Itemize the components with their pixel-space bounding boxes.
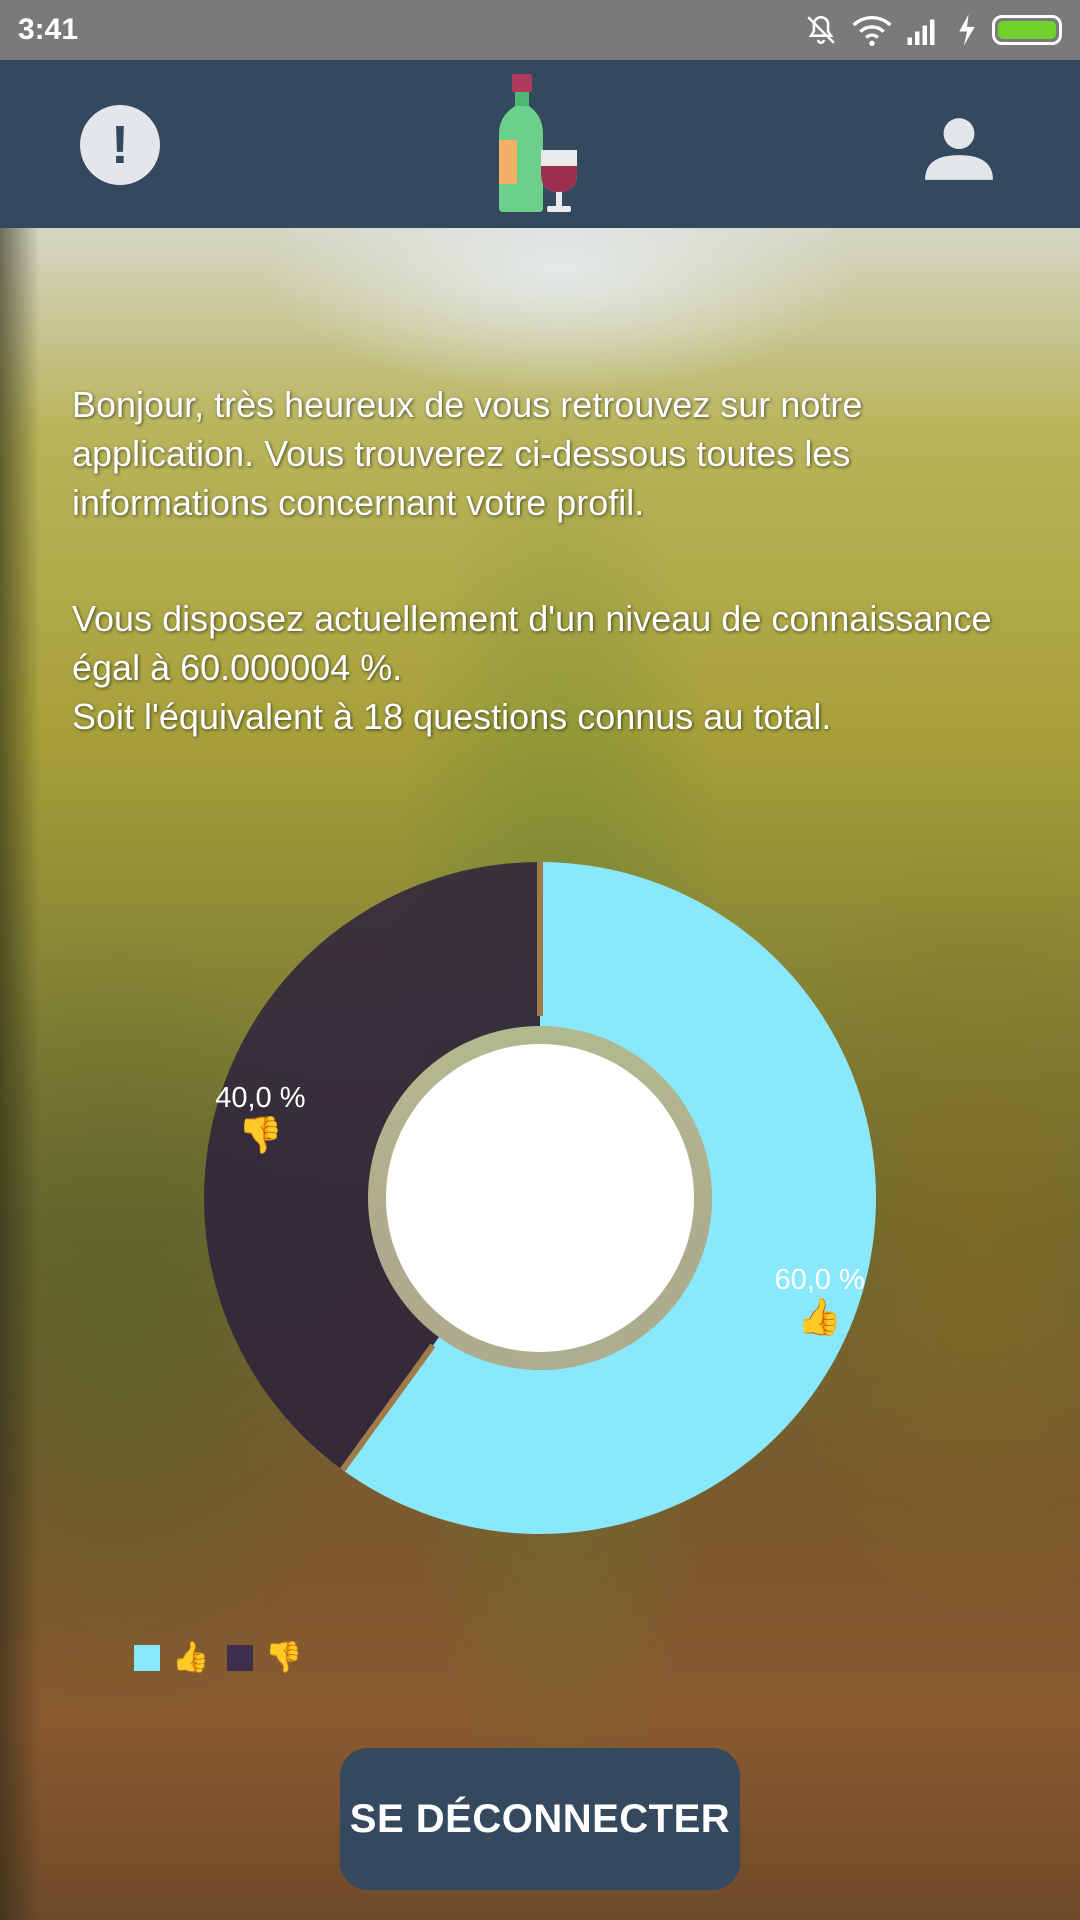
wifi-icon: [852, 16, 892, 46]
user-icon[interactable]: [922, 112, 996, 186]
legend-swatch-negative: [227, 1645, 254, 1671]
legend-swatch-positive: [134, 1645, 160, 1671]
status-icons: [804, 13, 1062, 47]
bell-off-icon: [807, 15, 835, 44]
status-time: 3:41: [18, 13, 79, 46]
slice-label-negative: 40,0 %: [215, 1082, 305, 1114]
thumbs-down-icon: 👎: [238, 1114, 283, 1155]
knowledge-donut-chart: 60,0 %👍 40,0 %👎: [203, 862, 876, 1534]
donut-hole: [386, 1044, 694, 1352]
charging-icon: [959, 14, 975, 46]
welcome-text: Bonjour, très heureux de vous retrouvez …: [72, 384, 863, 523]
wine-bottle-glass-logo: [499, 74, 577, 212]
app-bar: !: [0, 60, 1080, 228]
battery-level: [998, 21, 1056, 39]
legend-thumbs-up-icon: 👍: [172, 1641, 210, 1674]
chart-legend: 👍 👎: [134, 1640, 321, 1676]
signal-icon: [907, 19, 935, 45]
battery-icon: [992, 15, 1062, 45]
alert-icon[interactable]: !: [80, 105, 160, 185]
logout-button[interactable]: SE DÉCONNECTER: [340, 1748, 740, 1890]
background-shade: [0, 228, 40, 1920]
knowledge-level-text: Vous disposez actuellement d'un niveau d…: [72, 598, 992, 737]
legend-thumbs-down-icon: 👎: [265, 1641, 303, 1674]
status-bar: 3:41: [0, 0, 1080, 60]
slice-label-positive: 60,0 %: [774, 1264, 864, 1296]
thumbs-up-icon: 👍: [797, 1296, 842, 1337]
